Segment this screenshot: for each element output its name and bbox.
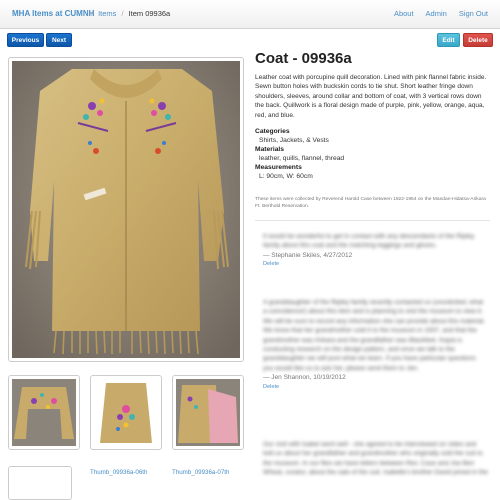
measurements-label: Measurements [255, 164, 302, 171]
categories-label: Categories [255, 128, 290, 135]
delete-button[interactable]: Delete [463, 33, 493, 47]
comment-text: Our visit with Isabel went well - she ag… [263, 441, 488, 477]
materials-value: leather, quills, flannel, thread [259, 154, 345, 162]
categories-value: Shirts, Jackets, & Vests [259, 136, 329, 144]
edit-button[interactable]: Edit [437, 33, 460, 47]
item-title: Coat - 09936a [255, 50, 352, 67]
comment-delete-link[interactable]: Delete [263, 260, 488, 269]
comment-author: — Jen Shannon, 10/19/2012 [263, 374, 346, 382]
breadcrumb-items-link[interactable]: Items [98, 9, 116, 18]
thumbnail-image[interactable] [94, 379, 158, 446]
breadcrumb-current: Item 09936a [128, 9, 171, 18]
measurements-section: Measurements L: 90cm, W: 60cm [255, 164, 313, 182]
thumbnail-3[interactable] [172, 375, 244, 450]
sign-out-link[interactable]: Sign Out [459, 9, 488, 18]
materials-label: Materials [255, 146, 284, 153]
thumbnail-2[interactable] [90, 375, 162, 450]
breadcrumb-separator: / [91, 9, 94, 18]
breadcrumb: / Items / Item 09936a [86, 9, 170, 18]
next-button[interactable]: Next [46, 33, 72, 47]
categories-section: Categories Shirts, Jackets, & Vests [255, 128, 329, 146]
comment-text: It would be wonderful to get in contact … [263, 233, 475, 250]
thumbnail-1[interactable] [8, 375, 80, 450]
measurements-value: L: 90cm, W: 60cm [259, 172, 313, 180]
comment-author: — Stephanie Skiles, 4/27/2012 [263, 251, 353, 259]
comment-1: It would be wonderful to get in contact … [263, 232, 488, 269]
previous-button[interactable]: Previous [7, 33, 44, 47]
thumbnail-image[interactable] [12, 379, 76, 446]
comment-delete-link[interactable]: Delete [263, 383, 488, 392]
coat-photo[interactable] [12, 61, 240, 358]
main-image-frame[interactable] [8, 57, 244, 362]
thumbnail-image[interactable] [176, 379, 240, 446]
comment-text: A granddaughter of the Ripley family rec… [263, 299, 486, 372]
comment-3: Our visit with Isabel went well - she ag… [263, 440, 488, 478]
top-navbar: MHA Items at CUMNH / Items / Item 09936a… [0, 0, 500, 29]
item-description: Leather coat with porcupine quill decora… [255, 74, 487, 119]
divider [255, 220, 490, 221]
thumbnail-caption[interactable]: Thumb_09936a-07th [172, 469, 229, 476]
collection-note: These items were collected by Reverend H… [255, 197, 486, 209]
thumbnail-caption[interactable]: Thumb_09936a-06th [90, 469, 147, 476]
brand-link[interactable]: MHA Items at CUMNH [12, 9, 94, 18]
nav-links: About Admin Sign Out [394, 9, 488, 18]
breadcrumb-separator: / [121, 9, 124, 18]
admin-link[interactable]: Admin [426, 9, 447, 18]
comment-2: A granddaughter of the Ripley family rec… [263, 298, 488, 392]
materials-section: Materials leather, quills, flannel, thre… [255, 146, 344, 164]
about-link[interactable]: About [394, 9, 414, 18]
thumbnail-4[interactable] [8, 466, 72, 500]
